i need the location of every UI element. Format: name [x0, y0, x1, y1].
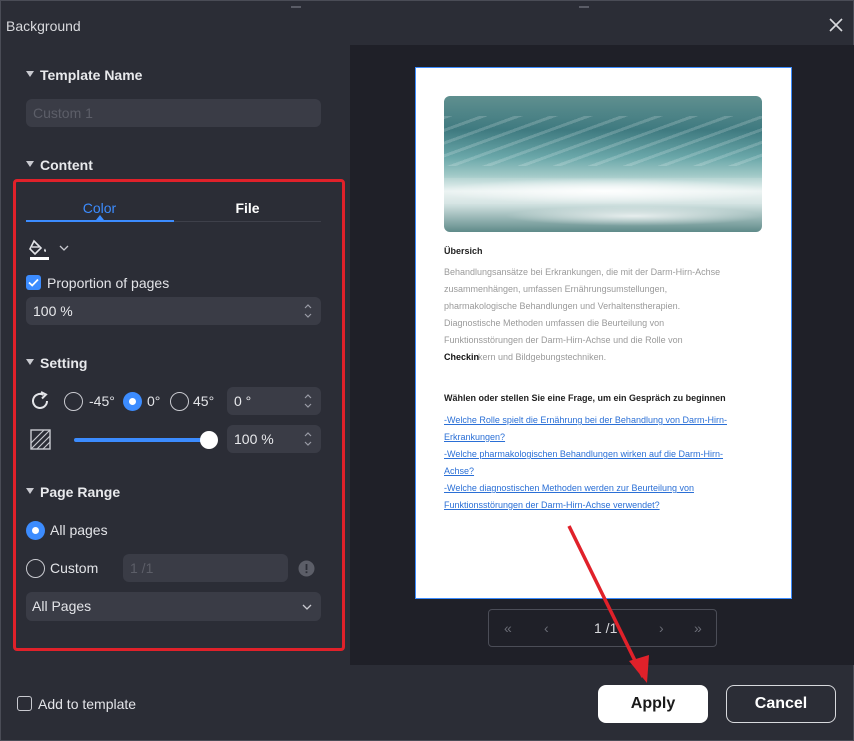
- custom-range-label: Custom: [50, 560, 99, 576]
- tab-file[interactable]: File: [174, 200, 321, 216]
- tab-color[interactable]: Color: [26, 200, 173, 216]
- drag-grip[interactable]: [579, 6, 589, 8]
- setting-heading[interactable]: Setting: [26, 355, 87, 371]
- tab-active-indicator: [26, 220, 174, 222]
- doc-checkin-label: Checkin: [444, 352, 480, 362]
- doc-question-link[interactable]: Erkrankungen?: [444, 429, 505, 446]
- rotation-input[interactable]: 0 °: [227, 387, 321, 415]
- doc-heading: Übersich: [444, 246, 483, 256]
- close-icon[interactable]: [827, 16, 845, 34]
- apply-button[interactable]: Apply: [598, 685, 708, 723]
- doc-question-link[interactable]: -Welche Rolle spielt die Ernährung bei d…: [444, 412, 727, 429]
- add-to-template-checkbox[interactable]: [17, 696, 32, 711]
- collapse-arrow-icon: [26, 488, 34, 495]
- section-label: Content: [40, 157, 93, 173]
- prev-page-button[interactable]: ‹: [544, 620, 549, 636]
- collapse-arrow-icon: [26, 359, 34, 366]
- doc-line: kern und Bildgebungstechniken.: [478, 352, 607, 362]
- rotation-option-label: -45°: [89, 393, 115, 409]
- rotation-value: 0 °: [234, 393, 252, 409]
- page-navigator: « ‹ 1 /1 › »: [488, 609, 717, 647]
- drag-grip[interactable]: [291, 6, 301, 8]
- opacity-icon: [30, 429, 51, 450]
- background-dialog: Background Template Name Custom 1 Conten…: [0, 0, 854, 741]
- rotation-0-radio[interactable]: [123, 392, 142, 411]
- all-pages-radio[interactable]: [26, 521, 45, 540]
- wave-texture: [444, 116, 762, 166]
- add-to-template-label: Add to template: [38, 696, 137, 712]
- doc-question-link[interactable]: Funktionsstörungen der Darm-Hirn-Achse v…: [444, 497, 660, 514]
- foam-highlight: [444, 178, 762, 204]
- doc-line: Funktionsstörungen der Darm-Hirn-Achse u…: [444, 335, 683, 345]
- section-label: Setting: [40, 355, 88, 371]
- section-label: Page Range: [40, 484, 121, 500]
- opacity-slider-thumb[interactable]: [200, 431, 218, 449]
- opacity-value: 100 %: [234, 431, 274, 447]
- rotation-45-radio[interactable]: [170, 392, 189, 411]
- section-label: Template Name: [40, 67, 143, 83]
- stepper-icon[interactable]: [303, 391, 313, 411]
- stepper-icon[interactable]: [303, 301, 313, 321]
- content-heading[interactable]: Content: [26, 157, 93, 173]
- opacity-slider-track[interactable]: [74, 438, 210, 442]
- chevron-down-icon[interactable]: [59, 244, 69, 252]
- custom-range-input[interactable]: 1 /1: [123, 554, 288, 582]
- rotation-option-label: 0°: [147, 393, 161, 409]
- proportion-checkbox[interactable]: [26, 275, 41, 290]
- preview-page: Übersich Behandlungsansätze bei Erkranku…: [415, 67, 792, 599]
- doc-question-link[interactable]: -Welche pharmakologischen Behandlungen w…: [444, 446, 723, 463]
- template-name-input[interactable]: Custom 1: [26, 99, 321, 127]
- doc-line: Diagnostische Methoden umfassen die Beur…: [444, 318, 665, 328]
- doc-line: zusammenhängen, umfassen Ernährungsumste…: [444, 284, 668, 294]
- page-indicator: 1 /1: [594, 620, 618, 636]
- proportion-label: Proportion of pages: [47, 275, 170, 291]
- rotation-option-label: 45°: [193, 393, 215, 409]
- background-image: [444, 96, 762, 232]
- collapse-arrow-icon: [26, 71, 34, 78]
- paint-bucket-icon[interactable]: [29, 237, 51, 261]
- next-page-button[interactable]: ›: [659, 620, 664, 636]
- first-page-button[interactable]: «: [504, 620, 512, 636]
- doc-paragraph: Behandlungsansätze bei Erkrankungen, die…: [444, 264, 764, 366]
- doc-question-link[interactable]: Achse?: [444, 463, 474, 480]
- proportion-value: 100 %: [33, 303, 73, 319]
- title-bar: Background: [1, 1, 854, 45]
- doc-question-link[interactable]: -Welche diagnostischen Methoden werden z…: [444, 480, 694, 497]
- proportion-input[interactable]: 100 %: [26, 297, 321, 325]
- cancel-button[interactable]: Cancel: [726, 685, 836, 723]
- doc-line: Behandlungsansätze bei Erkrankungen, die…: [444, 267, 721, 277]
- select-value: All Pages: [32, 598, 92, 614]
- template-name-heading[interactable]: Template Name: [26, 67, 142, 83]
- info-icon[interactable]: [298, 560, 315, 577]
- tab-active-notch: [96, 215, 104, 220]
- rotation-minus45-radio[interactable]: [64, 392, 83, 411]
- checkmark-icon: [28, 278, 39, 287]
- dialog-title: Background: [6, 18, 81, 34]
- stepper-icon[interactable]: [303, 429, 313, 449]
- rotate-icon: [32, 391, 48, 409]
- last-page-button[interactable]: »: [694, 620, 702, 636]
- doc-line: pharmakologische Behandlungen und Verhal…: [444, 301, 681, 311]
- doc-question-heading: Wählen oder stellen Sie eine Frage, um e…: [444, 393, 726, 403]
- chevron-down-icon: [302, 604, 312, 610]
- opacity-input[interactable]: 100 %: [227, 425, 321, 453]
- all-pages-label: All pages: [50, 522, 108, 538]
- page-subset-select[interactable]: All Pages: [26, 592, 321, 621]
- custom-range-radio[interactable]: [26, 559, 45, 578]
- collapse-arrow-icon: [26, 161, 34, 168]
- foam-highlight: [504, 206, 762, 226]
- page-range-heading[interactable]: Page Range: [26, 484, 120, 500]
